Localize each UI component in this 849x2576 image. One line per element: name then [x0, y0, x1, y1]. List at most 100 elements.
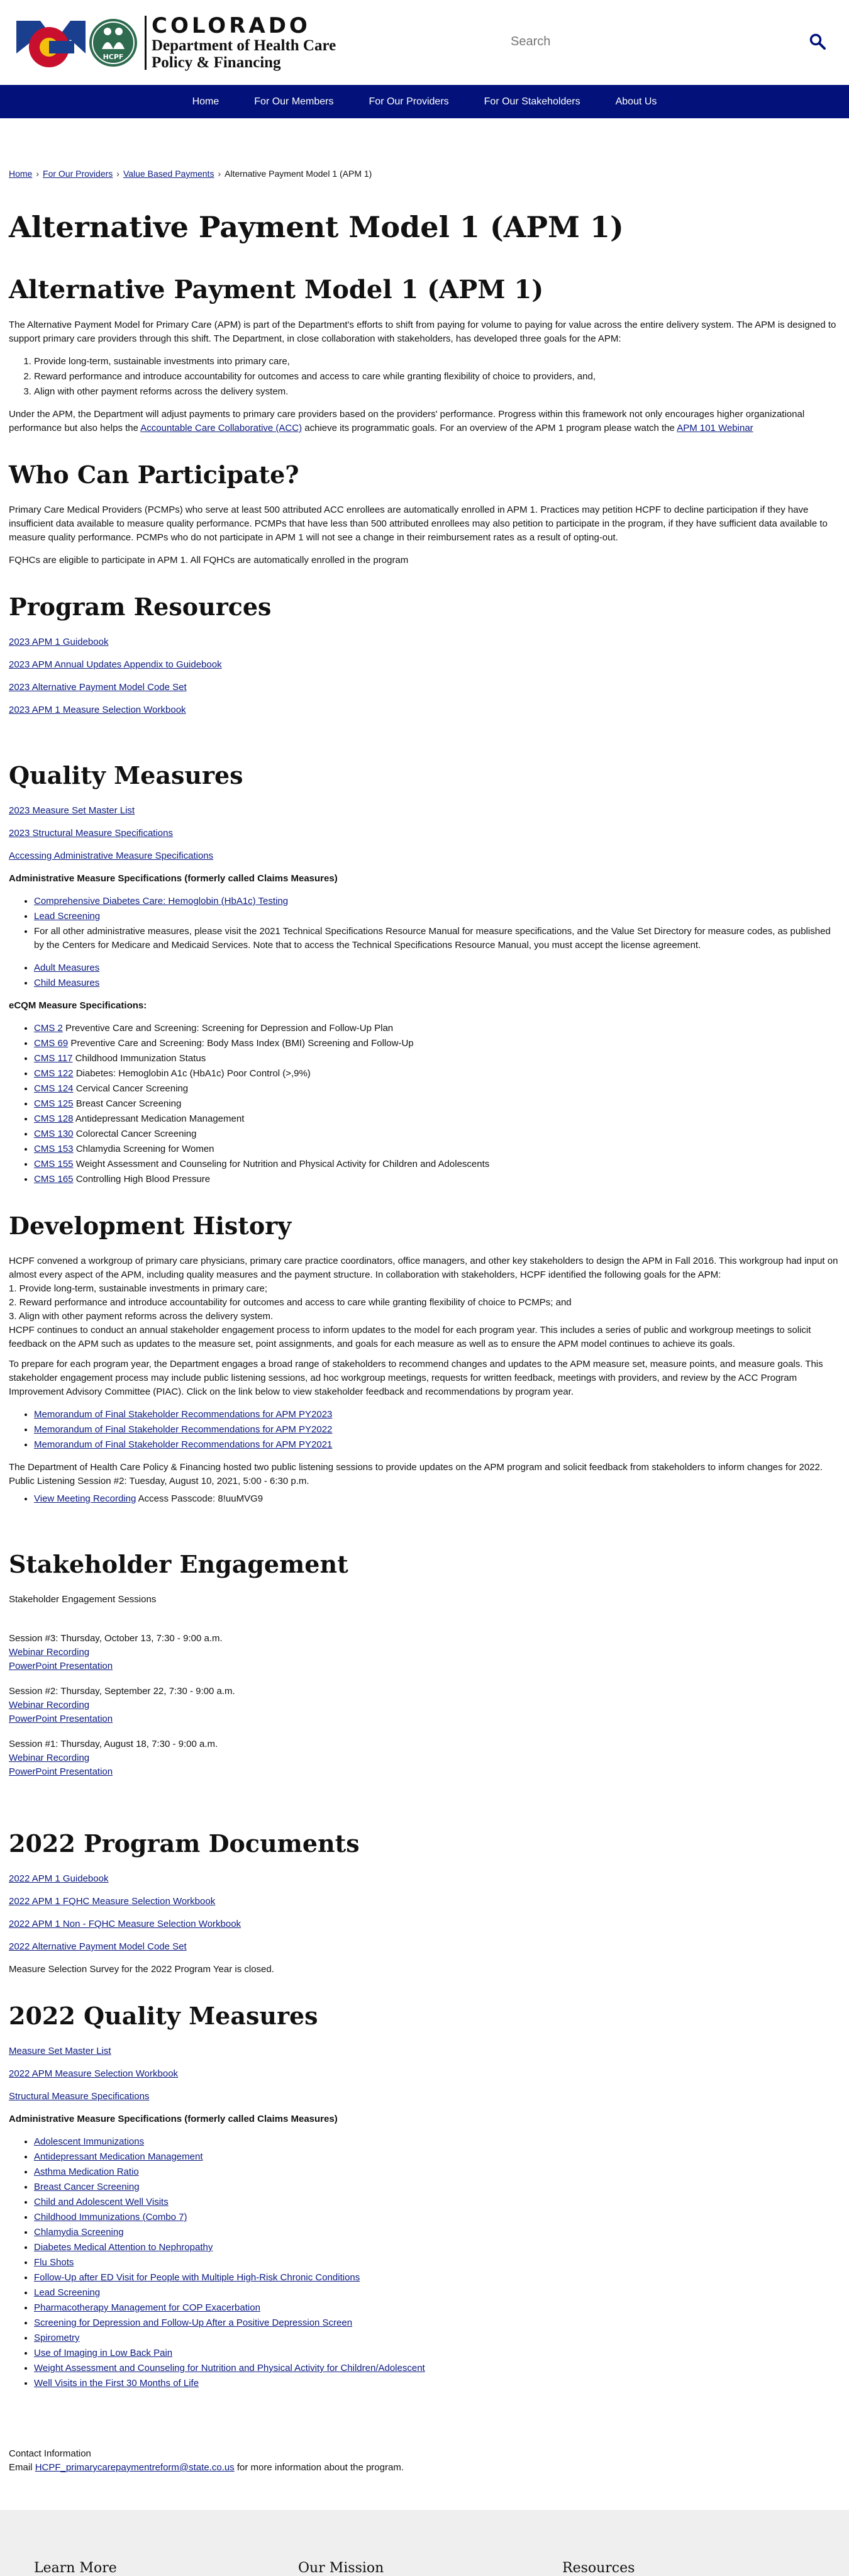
webinar-recording-link[interactable]: Webinar Recording [9, 1700, 89, 1710]
listening-session-info: The Department of Health Care Policy & F… [9, 1461, 840, 1488]
doc-link[interactable]: 2022 APM 1 FQHC Measure Selection Workbo… [9, 1896, 215, 1907]
powerpoint-link[interactable]: PowerPoint Presentation [9, 1766, 113, 1777]
qm-2022-link[interactable]: 2022 APM Measure Selection Workbook [9, 2068, 178, 2079]
resource-link[interactable]: 2023 APM Annual Updates Appendix to Guid… [9, 659, 222, 670]
hcpf-seal-text: HCPF [103, 53, 124, 61]
ecqm-item: CMS 128 Antidepressant Medication Manage… [34, 1112, 840, 1126]
ecqm-code-link[interactable]: CMS 165 [34, 1174, 74, 1185]
measure-link[interactable]: Childhood Immunizations (Combo 7) [34, 2212, 187, 2222]
memo-link[interactable]: Memorandum of Final Stakeholder Recommen… [34, 1409, 332, 1420]
nav-for-our-providers[interactable]: For Our Providers [352, 96, 467, 108]
measure-link[interactable]: Breast Cancer Screening [34, 2182, 140, 2192]
admin-measure-link[interactable]: Comprehensive Diabetes Care: Hemoglobin … [34, 896, 288, 906]
main-nav: Home For Our Members For Our Providers F… [0, 85, 849, 118]
nav-about-us[interactable]: About Us [598, 96, 675, 108]
contact-info: Contact Information Email HCPF_primaryca… [9, 2447, 840, 2475]
contact-email-link[interactable]: HCPF_primarycarepaymentreform@state.co.u… [35, 2462, 235, 2473]
dev-paragraph: HCPF convened a workgroup of primary car… [9, 1256, 838, 1280]
contact-text: for more information about the program. [234, 2462, 404, 2473]
measure-link[interactable]: Well Visits in the First 30 Months of Li… [34, 2378, 199, 2389]
session-block: Session #2: Thursday, September 22, 7:30… [9, 1685, 840, 1726]
memo-link[interactable]: Memorandum of Final Stakeholder Recommen… [34, 1424, 332, 1435]
ecqm-code-link[interactable]: CMS 155 [34, 1159, 74, 1169]
session-block: Session #3: Thursday, October 13, 7:30 -… [9, 1632, 840, 1673]
search-icon [809, 33, 826, 50]
participate-heading: Who Can Participate? [9, 460, 299, 489]
participate-text: Primary Care Medical Providers (PCMPs) w… [9, 505, 828, 543]
doc-link[interactable]: 2022 APM 1 Non - FQHC Measure Selection … [9, 1919, 241, 1929]
breadcrumb-home[interactable]: Home [9, 169, 32, 179]
session-block: Session #1: Thursday, August 18, 7:30 - … [9, 1737, 840, 1779]
apm-101-webinar-link[interactable]: APM 101 Webinar [677, 423, 753, 433]
child-measures-link[interactable]: Child Measures [34, 978, 99, 988]
measure-link[interactable]: Follow-Up after ED Visit for People with… [34, 2272, 360, 2283]
ecqm-code-link[interactable]: CMS 128 [34, 1113, 74, 1124]
search-button[interactable] [805, 29, 830, 54]
webinar-recording-link[interactable]: Webinar Recording [9, 1753, 89, 1763]
breadcrumb-providers[interactable]: For Our Providers [43, 169, 113, 179]
measure-link[interactable]: Asthma Medication Ratio [34, 2166, 139, 2177]
measure-link[interactable]: Child and Adolescent Well Visits [34, 2197, 169, 2207]
measure-link[interactable]: Diabetes Medical Attention to Nephropath… [34, 2242, 213, 2253]
nav-home[interactable]: Home [175, 96, 237, 108]
access-passcode: Access Passcode: 8!uuMVG9 [136, 1493, 264, 1504]
ecqm-item: CMS 155 Weight Assessment and Counseling… [34, 1157, 840, 1171]
powerpoint-link[interactable]: PowerPoint Presentation [9, 1661, 113, 1671]
measure-link[interactable]: Flu Shots [34, 2257, 74, 2268]
powerpoint-link[interactable]: PowerPoint Presentation [9, 1714, 113, 1724]
site-logo[interactable]: HCPF COLORADO Department of Health Care … [16, 14, 336, 71]
measure-link[interactable]: Lead Screening [34, 2287, 100, 2298]
measure-link[interactable]: Pharmacotherapy Management for COP Exace… [34, 2302, 260, 2313]
quality-link[interactable]: 2023 Measure Set Master List [9, 805, 135, 816]
ecqm-desc: Weight Assessment and Counseling for Nut… [73, 1159, 490, 1169]
qm-2022-link[interactable]: Measure Set Master List [9, 2046, 111, 2056]
ecqm-desc: Cervical Cancer Screening [73, 1083, 189, 1094]
ecqm-code-link[interactable]: CMS 130 [34, 1129, 74, 1139]
apm-paragraph: Under the APM, the Department will adjus… [9, 408, 840, 435]
ecqm-code-link[interactable]: CMS 117 [34, 1053, 72, 1064]
measure-link[interactable]: Antidepressant Medication Management [34, 2151, 203, 2162]
webinar-recording-link[interactable]: Webinar Recording [9, 1647, 89, 1658]
logo-divider [145, 15, 147, 70]
quality-link[interactable]: Accessing Administrative Measure Specifi… [9, 850, 213, 861]
quality-link[interactable]: 2023 Structural Measure Specifications [9, 828, 173, 839]
ecqm-desc: Breast Cancer Screening [73, 1098, 182, 1109]
qm-2022-link[interactable]: Structural Measure Specifications [9, 2091, 149, 2102]
ecqm-code-link[interactable]: CMS 153 [34, 1144, 74, 1154]
ecqm-code-link[interactable]: CMS 125 [34, 1098, 74, 1109]
resource-link[interactable]: 2023 APM 1 Measure Selection Workbook [9, 705, 186, 715]
measure-link[interactable]: Spirometry [34, 2333, 80, 2343]
measure-link[interactable]: Weight Assessment and Counseling for Nut… [34, 2363, 425, 2373]
ecqm-code-link[interactable]: CMS 124 [34, 1083, 74, 1094]
apm-goal: Reward performance and introduce account… [34, 370, 840, 384]
view-meeting-recording-link[interactable]: View Meeting Recording [34, 1493, 136, 1504]
breadcrumb-separator: › [116, 169, 119, 179]
measure-link[interactable]: Screening for Depression and Follow-Up A… [34, 2317, 352, 2328]
ecqm-item: CMS 130 Colorectal Cancer Screening [34, 1127, 840, 1141]
search-input[interactable] [503, 33, 798, 50]
page-title: Alternative Payment Model 1 (APM 1) [9, 210, 624, 244]
nav-for-our-members[interactable]: For Our Members [236, 96, 351, 108]
breadcrumb-value-based-payments[interactable]: Value Based Payments [123, 169, 214, 179]
breadcrumb: Home › For Our Providers › Value Based Payme… [0, 118, 849, 179]
ecqm-code-link[interactable]: CMS 69 [34, 1038, 68, 1049]
ecqm-code-link[interactable]: CMS 2 [34, 1023, 63, 1034]
doc-link[interactable]: 2022 Alternative Payment Model Code Set [9, 1941, 187, 1952]
doc-link[interactable]: 2022 APM 1 Guidebook [9, 1873, 108, 1884]
acc-link[interactable]: Accountable Care Collaborative (ACC) [140, 423, 302, 433]
admin-measure-link[interactable]: Lead Screening [34, 911, 100, 922]
resource-link[interactable]: 2023 APM 1 Guidebook [9, 637, 108, 647]
apm-intro: The Alternative Payment Model for Primar… [9, 320, 836, 344]
dev-heading: Development History [9, 1212, 292, 1240]
measure-link[interactable]: Use of Imaging in Low Back Pain [34, 2348, 172, 2358]
ecqm-item: CMS 122 Diabetes: Hemoglobin A1c (HbA1c)… [34, 1067, 840, 1081]
measure-link[interactable]: Chlamydia Screening [34, 2227, 124, 2238]
adult-measures-link[interactable]: Adult Measures [34, 962, 99, 973]
resource-link[interactable]: 2023 Alternative Payment Model Code Set [9, 682, 187, 693]
ecqm-code-link[interactable]: CMS 122 [34, 1068, 74, 1079]
ecqm-item: CMS 165 Controlling High Blood Pressure [34, 1173, 840, 1186]
measure-link[interactable]: Adolescent Immunizations [34, 2136, 144, 2147]
nav-for-our-stakeholders[interactable]: For Our Stakeholders [467, 96, 598, 108]
memo-link[interactable]: Memorandum of Final Stakeholder Recommen… [34, 1439, 332, 1450]
dev-goal: 3. Align with other payment reforms acro… [9, 1311, 274, 1322]
